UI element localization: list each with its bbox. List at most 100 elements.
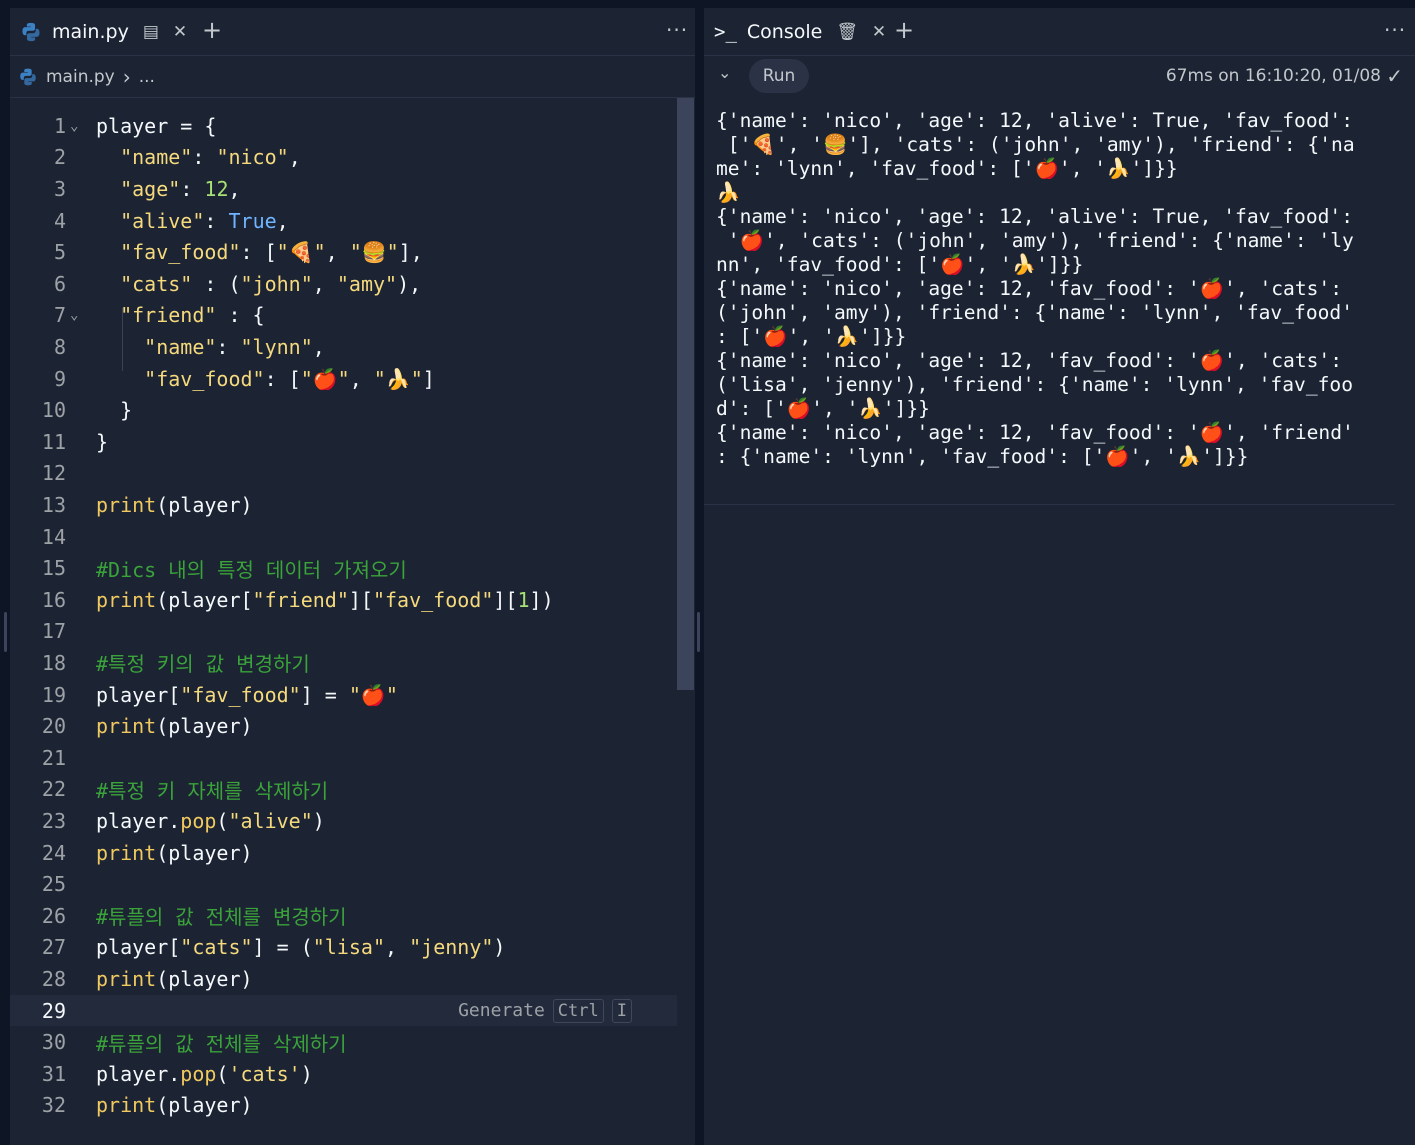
line-number: 26 bbox=[41, 903, 66, 928]
kbd-i: I bbox=[611, 998, 632, 1023]
breadcrumb-file[interactable]: main.py bbox=[46, 67, 115, 87]
console-more-icon[interactable]: ··· bbox=[1384, 18, 1406, 42]
breadcrumb-more[interactable]: ... bbox=[139, 67, 155, 87]
code-text: player["cats"] = ("lisa", "jenny") bbox=[96, 935, 506, 960]
code-line: 26 #튜플의 값 전체를 변경하기 bbox=[10, 900, 677, 932]
trash-icon[interactable]: 🗑 bbox=[836, 22, 858, 42]
code-editor[interactable]: 1 ⌄ player = { 2 "name": "nico", 3 "age": … bbox=[10, 102, 695, 1142]
fold-chevron-icon[interactable]: ⌄ bbox=[66, 307, 96, 323]
code-line: 4 "alive": True, bbox=[10, 205, 677, 237]
code-line: 31 player.pop('cats') bbox=[10, 1058, 677, 1090]
new-tab-plus-icon[interactable]: + bbox=[202, 16, 222, 44]
chevron-down-icon[interactable]: ⌄ bbox=[718, 63, 731, 82]
line-number: 15 bbox=[41, 556, 66, 581]
editor-pane: main.py ▤ ✕ + ··· main.py › ... 1 ⌄ player… bbox=[10, 8, 695, 1145]
code-line: 25 bbox=[10, 868, 677, 900]
code-line: 1 ⌄ player = { bbox=[10, 110, 677, 142]
line-number: 30 bbox=[41, 1030, 66, 1055]
python-file-icon bbox=[20, 68, 36, 85]
code-line: 7 ⌄ "friend" : { bbox=[10, 300, 677, 332]
code-comment: #튜플의 값 전체를 변경하기 bbox=[96, 905, 347, 930]
tab-console-label: Console bbox=[746, 20, 823, 43]
code-line: 30 #튜플의 값 전체를 삭제하기 bbox=[10, 1026, 677, 1058]
line-number: 28 bbox=[41, 966, 66, 991]
line-number: 21 bbox=[41, 745, 66, 770]
code-line: 3 "age": 12, bbox=[10, 173, 677, 205]
kbd-ctrl: Ctrl bbox=[552, 998, 604, 1023]
terminal-prompt-icon: >_ bbox=[714, 20, 737, 43]
line-number: 25 bbox=[41, 872, 66, 897]
code-text: player.pop('cats') bbox=[96, 1061, 313, 1086]
code-line: 14 bbox=[10, 521, 677, 553]
line-number: 20 bbox=[41, 714, 66, 739]
run-button[interactable]: Run bbox=[749, 59, 809, 93]
line-number: 7 bbox=[53, 303, 66, 328]
code-line: 10 } bbox=[10, 394, 677, 426]
code-line: 13 print(player) bbox=[10, 489, 677, 521]
line-number: 18 bbox=[41, 650, 66, 675]
code-line: 18 #특정 키의 값 변경하기 bbox=[10, 647, 677, 679]
code-comment: #Dics 내의 특정 데이터 가져오기 bbox=[96, 557, 407, 582]
check-icon: ✓ bbox=[1386, 64, 1403, 88]
line-number: 16 bbox=[41, 587, 66, 612]
fold-chevron-icon[interactable]: ⌄ bbox=[66, 118, 96, 134]
line-number: 6 bbox=[53, 271, 66, 296]
code-text: "fav_food": ["🍕", "🍔"], bbox=[120, 240, 423, 265]
code-text: print(player) bbox=[96, 714, 253, 739]
python-file-icon bbox=[22, 22, 40, 41]
line-number: 1 bbox=[53, 113, 66, 138]
code-text: "age": 12, bbox=[120, 176, 241, 201]
code-line: 24 print(player) bbox=[10, 837, 677, 869]
line-number: 13 bbox=[41, 492, 66, 517]
code-line: 6 "cats" : ("john", "amy"), bbox=[10, 268, 677, 300]
line-number: 32 bbox=[41, 1093, 66, 1118]
chevron-right-icon: › bbox=[122, 64, 131, 89]
close-tab-icon[interactable]: ✕ bbox=[173, 22, 187, 42]
line-number: 14 bbox=[41, 524, 66, 549]
code-comment: #특정 키의 값 변경하기 bbox=[96, 652, 310, 677]
line-number: 3 bbox=[53, 176, 66, 201]
code-line: 16 print(player["friend"]["fav_food"][1]) bbox=[10, 584, 677, 616]
line-number: 2 bbox=[53, 145, 66, 170]
code-line: 9 "fav_food": ["🍎", "🍌"] bbox=[10, 363, 677, 395]
console-header: ⌄ Run 67ms on 16:10:20, 01/08 ✓ bbox=[704, 56, 1415, 97]
generate-hint-label: Generate bbox=[458, 1000, 545, 1022]
line-number: 31 bbox=[41, 1061, 66, 1086]
run-status: 67ms on 16:10:20, 01/08 bbox=[1165, 66, 1381, 86]
code-text: "friend" : { bbox=[120, 303, 265, 328]
code-text: "cats" : ("john", "amy"), bbox=[120, 271, 422, 296]
code-text: print(player) bbox=[96, 1093, 253, 1118]
line-number: 12 bbox=[41, 461, 66, 486]
tab-console[interactable]: >_ Console 🗑 ✕ bbox=[714, 8, 886, 55]
tab-main-py[interactable]: main.py ▤ ✕ bbox=[20, 8, 187, 55]
code-line-active[interactable]: 29 Generate Ctrl I bbox=[10, 994, 677, 1027]
code-text: print(player) bbox=[96, 492, 253, 517]
tab-main-py-label: main.py bbox=[52, 20, 129, 43]
code-comment: #특정 키 자체를 삭제하기 bbox=[96, 778, 329, 803]
code-line: 23 player.pop("alive") bbox=[10, 805, 677, 837]
code-text: "fav_food": ["🍎", "🍌"] bbox=[144, 366, 435, 391]
code-text: print(player) bbox=[96, 840, 253, 865]
code-text: "name": "nico", bbox=[120, 145, 301, 170]
console-output: {'name': 'nico', 'age': 12, 'alive': Tru… bbox=[716, 109, 1355, 468]
code-line: 20 print(player) bbox=[10, 710, 677, 742]
new-tab-plus-icon[interactable]: + bbox=[894, 16, 914, 44]
code-line: 32 print(player) bbox=[10, 1090, 677, 1122]
file-details-icon[interactable]: ▤ bbox=[143, 22, 159, 42]
generate-hint[interactable]: Generate Ctrl I bbox=[458, 998, 632, 1023]
editor-scrollbar-thumb[interactable] bbox=[677, 98, 694, 690]
line-number: 11 bbox=[41, 429, 66, 454]
line-number: 4 bbox=[53, 208, 66, 233]
editor-more-icon[interactable]: ··· bbox=[666, 18, 688, 42]
code-line: 5 "fav_food": ["🍕", "🍔"], bbox=[10, 236, 677, 268]
line-number: 9 bbox=[53, 366, 66, 391]
close-tab-icon[interactable]: ✕ bbox=[872, 22, 886, 42]
code-text: print(player) bbox=[96, 966, 253, 991]
pane-splitter-grip[interactable] bbox=[697, 612, 700, 652]
line-number: 10 bbox=[41, 398, 66, 423]
code-text: player = { bbox=[96, 113, 217, 138]
left-splitter-grip[interactable] bbox=[4, 612, 7, 652]
code-line: 12 bbox=[10, 458, 677, 490]
code-line: 15 #Dics 내의 특정 데이터 가져오기 bbox=[10, 552, 677, 584]
line-number: 24 bbox=[41, 840, 66, 865]
